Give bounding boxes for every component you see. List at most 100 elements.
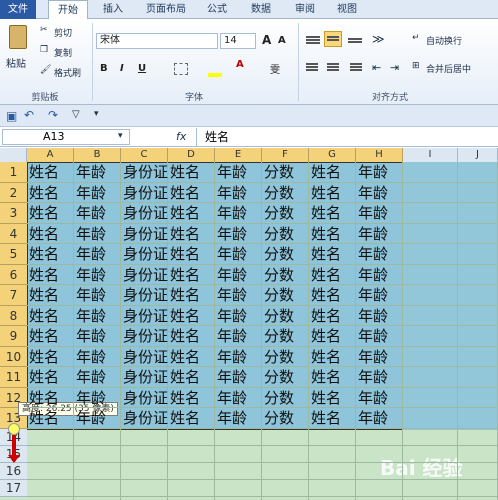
table-cell[interactable]: 姓名 — [168, 368, 215, 388]
table-cell[interactable]: 姓名 — [309, 368, 356, 388]
table-cell[interactable]: 姓名 — [27, 245, 74, 265]
table-cell[interactable]: 姓名 — [27, 368, 74, 388]
table-cell[interactable]: 年龄 — [215, 184, 262, 204]
tab-insert[interactable]: 插入 — [96, 0, 130, 19]
column-header[interactable]: E — [215, 148, 262, 162]
row-header[interactable]: 5 — [0, 244, 27, 265]
table-cell[interactable]: 年龄 — [215, 286, 262, 306]
tab-data[interactable]: 数据 — [244, 0, 278, 19]
align-bottom-icon[interactable] — [346, 33, 364, 47]
fill-color-icon[interactable] — [208, 73, 222, 77]
table-cell[interactable]: 年龄 — [74, 163, 121, 183]
table-cell[interactable]: 年龄 — [74, 327, 121, 347]
table-cell[interactable]: 分数 — [262, 266, 309, 286]
table-cell[interactable]: 姓名 — [309, 348, 356, 368]
table-cell[interactable]: 姓名 — [309, 184, 356, 204]
paste-button[interactable]: 粘贴 — [4, 23, 32, 77]
table-cell[interactable]: 分数 — [262, 286, 309, 306]
table-cell[interactable]: 年龄 — [74, 348, 121, 368]
indent-icon[interactable]: ⇤ — [372, 61, 381, 74]
table-cell[interactable]: 年龄 — [215, 327, 262, 347]
font-size-select[interactable]: 14 — [220, 33, 256, 49]
borders-icon[interactable] — [174, 63, 188, 75]
table-cell[interactable]: 姓名 — [27, 204, 74, 224]
table-cell[interactable]: 年龄 — [215, 204, 262, 224]
table-cell[interactable]: 年龄 — [356, 307, 403, 327]
column-header[interactable]: F — [262, 148, 309, 162]
table-cell[interactable]: 姓名 — [168, 327, 215, 347]
row-resize-marker[interactable] — [8, 423, 20, 435]
table-cell[interactable]: 年龄 — [356, 409, 403, 429]
column-header[interactable]: I — [403, 148, 458, 162]
insert-function-icon[interactable]: fx — [176, 130, 186, 143]
table-cell[interactable]: 年龄 — [74, 266, 121, 286]
cut-button[interactable]: ✂ 剪切 — [40, 25, 88, 39]
table-cell[interactable]: 姓名 — [168, 348, 215, 368]
undo-icon[interactable]: ↶ — [24, 108, 34, 122]
column-header[interactable]: D — [168, 148, 215, 162]
table-cell[interactable]: 年龄 — [215, 409, 262, 429]
row-header[interactable]: 3 — [0, 203, 27, 224]
table-cell[interactable]: 姓名 — [309, 389, 356, 409]
table-cell[interactable]: 分数 — [262, 225, 309, 245]
font-name-select[interactable]: 宋体 — [96, 33, 218, 49]
row-header[interactable]: 7 — [0, 285, 27, 306]
column-header[interactable]: B — [74, 148, 121, 162]
underline-button[interactable]: U — [138, 63, 146, 74]
name-box[interactable]: A13 — [2, 129, 130, 145]
table-cell[interactable]: 姓名 — [309, 286, 356, 306]
column-header[interactable]: J — [458, 148, 498, 162]
table-cell[interactable]: 姓名 — [27, 389, 74, 409]
table-cell[interactable]: 年龄 — [215, 348, 262, 368]
table-cell[interactable]: 分数 — [262, 184, 309, 204]
table-cell[interactable]: 姓名 — [309, 409, 356, 429]
save-icon[interactable]: ▣ — [6, 109, 17, 123]
row-header[interactable]: 10 — [0, 346, 27, 367]
table-cell[interactable]: 姓名 — [309, 163, 356, 183]
table-cell[interactable]: 姓名 — [168, 184, 215, 204]
table-cell[interactable]: 年龄 — [74, 307, 121, 327]
align-center-icon[interactable] — [324, 61, 342, 75]
table-cell[interactable]: 姓名 — [168, 225, 215, 245]
row-header[interactable]: 16 — [0, 462, 27, 480]
table-cell[interactable]: 姓名 — [168, 204, 215, 224]
align-left-icon[interactable] — [304, 61, 322, 75]
row-header[interactable]: 9 — [0, 326, 27, 347]
table-cell[interactable]: 姓名 — [27, 307, 74, 327]
grow-font-button[interactable]: A — [262, 33, 271, 47]
row-header[interactable]: 11 — [0, 367, 27, 388]
table-cell[interactable]: 姓名 — [27, 409, 74, 429]
name-box-dropdown-icon[interactable]: ▾ — [118, 131, 123, 141]
table-cell[interactable]: 年龄 — [356, 245, 403, 265]
table-cell[interactable]: 年龄 — [74, 184, 121, 204]
merge-center-button[interactable]: ⊞ 合并后居中 — [412, 61, 496, 75]
filter-icon[interactable]: ▽ — [72, 109, 80, 120]
italic-button[interactable]: I — [120, 63, 124, 74]
select-all-corner[interactable] — [0, 148, 27, 162]
table-cell[interactable]: 年龄 — [215, 245, 262, 265]
table-cell[interactable]: 分数 — [262, 368, 309, 388]
row-header[interactable]: 17 — [0, 479, 27, 497]
row-header[interactable]: 6 — [0, 264, 27, 285]
column-header[interactable]: G — [309, 148, 356, 162]
table-cell[interactable]: 年龄 — [74, 368, 121, 388]
table-cell[interactable]: 年龄 — [74, 286, 121, 306]
table-cell[interactable]: 姓名 — [27, 184, 74, 204]
table-cell[interactable]: 姓名 — [27, 266, 74, 286]
table-cell[interactable]: 姓名 — [27, 225, 74, 245]
tab-page-layout[interactable]: 页面布局 — [140, 0, 192, 19]
column-header[interactable]: A — [27, 148, 74, 162]
column-header[interactable]: H — [356, 148, 403, 162]
table-cell[interactable]: 姓名 — [309, 225, 356, 245]
table-cell[interactable]: 姓名 — [309, 327, 356, 347]
table-cell[interactable]: 姓名 — [27, 163, 74, 183]
table-cell[interactable]: 年龄 — [356, 348, 403, 368]
table-cell[interactable]: 姓名 — [168, 266, 215, 286]
table-cell[interactable]: 姓名 — [168, 163, 215, 183]
tab-formulas[interactable]: 公式 — [200, 0, 234, 19]
table-cell[interactable]: 分数 — [262, 245, 309, 265]
table-cell[interactable]: 分数 — [262, 348, 309, 368]
row-header[interactable]: 8 — [0, 305, 27, 326]
table-cell[interactable]: 姓名 — [168, 389, 215, 409]
align-right-icon[interactable] — [346, 61, 364, 75]
